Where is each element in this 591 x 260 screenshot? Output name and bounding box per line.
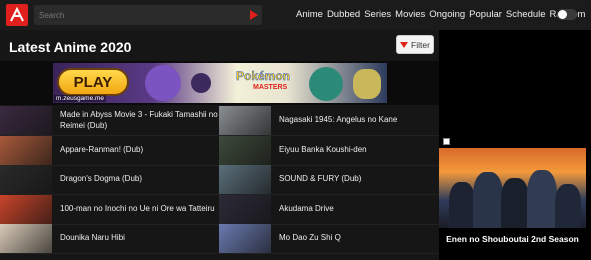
anime-title[interactable]: Mo Dao Zu Shi Q bbox=[271, 233, 341, 244]
ad-character-image bbox=[191, 73, 211, 93]
anime-list-item[interactable]: Appare-Ranman! (Dub) bbox=[0, 135, 219, 165]
search-bar bbox=[34, 5, 262, 25]
anime-title[interactable]: Made in Abyss Movie 3 - Fukaki Tamashii … bbox=[52, 110, 219, 131]
anime-thumbnail[interactable] bbox=[219, 165, 271, 194]
ad-character-image bbox=[353, 69, 381, 99]
anime-list-item[interactable]: Dounika Naru Hibi bbox=[0, 224, 219, 253]
search-submit-icon[interactable] bbox=[250, 10, 258, 20]
anime-thumbnail[interactable] bbox=[0, 224, 52, 253]
filter-label: Filter bbox=[411, 39, 430, 50]
ad-character-image bbox=[145, 65, 181, 101]
nav-series[interactable]: Series bbox=[364, 9, 391, 20]
ad-brand-subtitle: MASTERS bbox=[253, 84, 288, 91]
site-logo[interactable] bbox=[6, 4, 28, 26]
featured-thumbnail[interactable] bbox=[439, 148, 586, 228]
anime-title[interactable]: SOUND & FURY (Dub) bbox=[271, 174, 361, 185]
anime-title[interactable]: Appare-Ranman! (Dub) bbox=[52, 145, 143, 156]
anime-thumbnail[interactable] bbox=[219, 135, 271, 165]
anime-list-item[interactable]: Nagasaki 1945: Angelus no Kane bbox=[219, 106, 439, 135]
anime-thumbnail[interactable] bbox=[0, 135, 52, 165]
anime-thumbnail[interactable] bbox=[219, 224, 271, 253]
filter-button[interactable]: Filter bbox=[396, 35, 434, 54]
anime-title[interactable]: Nagasaki 1945: Angelus no Kane bbox=[271, 115, 397, 126]
anime-list-item[interactable]: Dragon's Dogma (Dub) bbox=[0, 165, 219, 194]
anime-title[interactable]: Dragon's Dogma (Dub) bbox=[52, 174, 142, 185]
ad-character-image bbox=[309, 67, 343, 101]
funnel-icon bbox=[400, 41, 409, 48]
anime-title[interactable]: 100-man no Inochi no Ue ni Ore wa Tattei… bbox=[52, 204, 215, 215]
anime-thumbnail[interactable] bbox=[219, 106, 271, 135]
anime-list-item[interactable]: Made in Abyss Movie 3 - Fukaki Tamashii … bbox=[0, 106, 219, 135]
toggle-knob bbox=[558, 10, 567, 19]
ad-brand-logo: Pokémon bbox=[236, 69, 291, 84]
anime-list-item[interactable]: Akudama Drive bbox=[219, 194, 439, 224]
nav-ongoing[interactable]: Ongoing bbox=[429, 9, 465, 20]
nav-movies[interactable]: Movies bbox=[395, 9, 425, 20]
anime-thumbnail[interactable] bbox=[219, 194, 271, 224]
ad-play-button[interactable]: PLAY bbox=[57, 68, 129, 96]
logo-icon bbox=[10, 7, 24, 22]
row-divider bbox=[0, 253, 439, 254]
anime-list-item[interactable]: Eiyuu Banka Koushi-den bbox=[219, 135, 439, 165]
nav-anime[interactable]: Anime bbox=[296, 9, 323, 20]
page-title: Latest Anime 2020 bbox=[9, 39, 132, 55]
featured-title[interactable]: Enen no Shouboutai 2nd Season bbox=[439, 234, 586, 245]
top-navbar: Anime Dubbed Series Movies Ongoing Popul… bbox=[0, 0, 591, 30]
anime-title[interactable]: Eiyuu Banka Koushi-den bbox=[271, 145, 367, 156]
anime-list-item[interactable]: 100-man no Inochi no Ue ni Ore wa Tattei… bbox=[0, 194, 219, 224]
main-nav: Anime Dubbed Series Movies Ongoing Popul… bbox=[296, 9, 589, 20]
ad-choices-icon[interactable] bbox=[443, 138, 450, 145]
anime-thumbnail[interactable] bbox=[0, 106, 52, 135]
dark-mode-toggle[interactable] bbox=[557, 9, 577, 20]
nav-popular[interactable]: Popular bbox=[469, 9, 502, 20]
search-input[interactable] bbox=[34, 5, 239, 25]
anime-list-item[interactable]: Mo Dao Zu Shi Q bbox=[219, 224, 439, 253]
anime-list-item[interactable]: SOUND & FURY (Dub) bbox=[219, 165, 439, 194]
anime-thumbnail[interactable] bbox=[0, 165, 52, 194]
anime-title[interactable]: Akudama Drive bbox=[271, 204, 334, 215]
anime-thumbnail[interactable] bbox=[0, 194, 52, 224]
nav-dubbed[interactable]: Dubbed bbox=[327, 9, 360, 20]
anime-title[interactable]: Dounika Naru Hibi bbox=[52, 233, 125, 244]
nav-schedule[interactable]: Schedule bbox=[506, 9, 546, 20]
ad-domain-label: m.zeusgame.me bbox=[54, 95, 107, 102]
